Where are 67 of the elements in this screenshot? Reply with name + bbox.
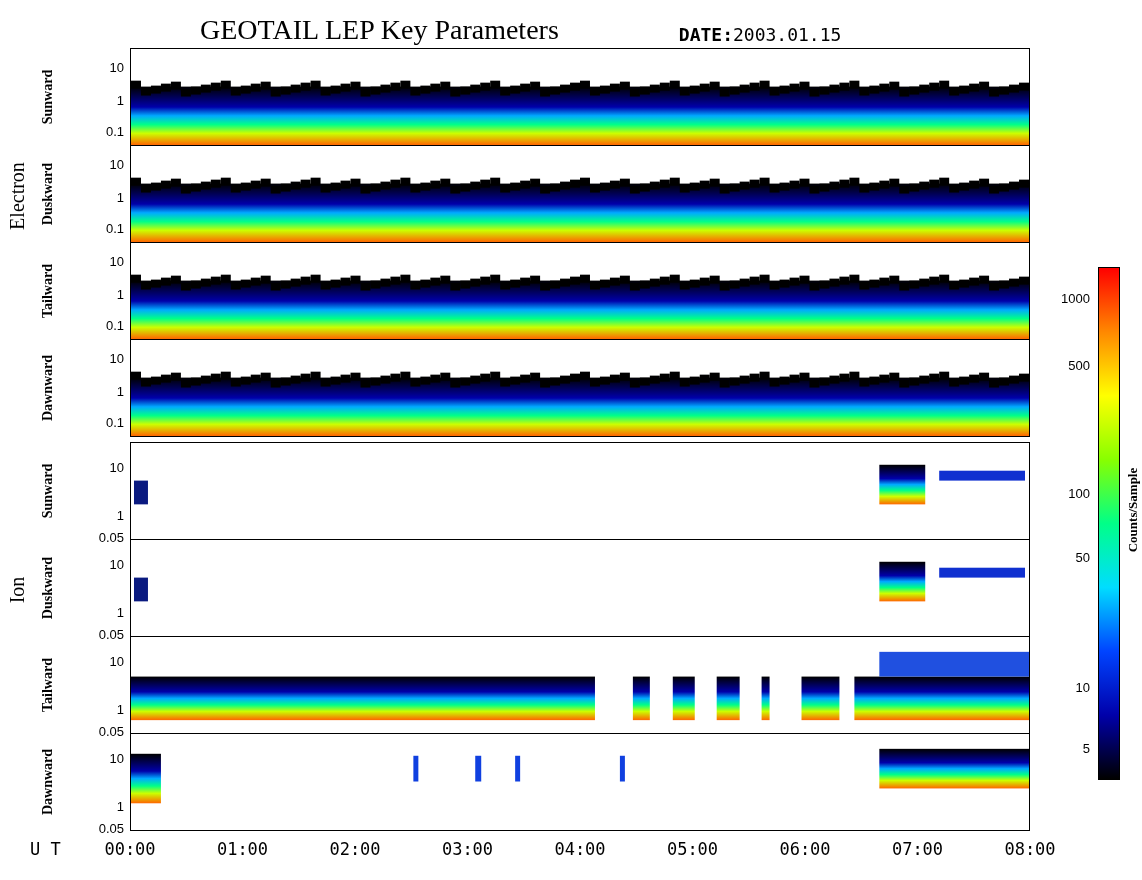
- colorbar-tick-label: 5: [1082, 741, 1090, 755]
- y-tick-label: 0.05: [98, 821, 124, 835]
- x-tick-label: 04:00: [554, 841, 606, 858]
- group-label: Electron: [5, 161, 29, 230]
- panel-label: Dawnward: [38, 354, 56, 422]
- y-tick-label: 1: [116, 605, 124, 618]
- data-patch: [413, 755, 419, 782]
- y-tick-label: 1: [116, 190, 124, 204]
- colorbar-tick-label: 50: [1075, 550, 1090, 564]
- y-tick-label: 1: [116, 93, 124, 107]
- x-tick-label: 08:00: [1004, 841, 1056, 858]
- data-patch: [801, 676, 840, 721]
- y-tick-label: 1: [116, 702, 124, 715]
- x-axis-label: U T: [30, 841, 61, 858]
- panel-label: Sunward: [38, 463, 56, 519]
- x-tick-label: 00:00: [104, 841, 156, 858]
- y-tick-label: 10: [109, 557, 124, 571]
- y-tick-label: 0.1: [105, 415, 124, 429]
- y-tick-label: 10: [109, 460, 124, 474]
- chart-title: GEOTAIL LEP Key Parameters: [200, 16, 559, 44]
- panel-label: Tailward: [38, 658, 56, 712]
- y-tick-label: 10: [109, 254, 124, 268]
- data-patch: [619, 755, 625, 782]
- colorbar-label: Counts/Sample: [1124, 467, 1142, 553]
- y-tick-label: 0.1: [105, 318, 124, 332]
- y-tick-label: 10: [109, 157, 124, 171]
- x-tick-label: 01:00: [216, 841, 269, 858]
- x-tick-label: 03:00: [441, 841, 494, 858]
- x-tick-label: 07:00: [891, 841, 944, 858]
- date-label: DATE:2003.01.15: [678, 26, 842, 44]
- group-label: Ion: [5, 576, 29, 604]
- y-tick-label: 10: [109, 654, 124, 668]
- y-tick-label: 0.1: [105, 124, 124, 138]
- y-tick-label: 10: [109, 60, 124, 74]
- data-patch: [879, 464, 926, 505]
- colorbar-tick-label: 1000: [1061, 291, 1090, 305]
- y-tick-label: 1: [116, 799, 124, 812]
- data-patch: [475, 755, 482, 782]
- data-patch: [672, 676, 695, 721]
- panel-label: Tailward: [38, 264, 56, 318]
- data-patch: [879, 561, 926, 602]
- x-tick-label: 05:00: [666, 841, 719, 858]
- data-patch: [632, 676, 650, 721]
- data-patch: [134, 577, 148, 602]
- data-patch: [134, 480, 148, 505]
- colorbar-tick-label: 500: [1068, 358, 1090, 372]
- panel-label: Duskward: [38, 556, 56, 620]
- colorbar-tick-label: 10: [1075, 680, 1090, 694]
- y-tick-label: 0.05: [98, 530, 124, 544]
- y-tick-label: 1: [116, 384, 124, 398]
- data-patch: [761, 676, 770, 721]
- x-tick-label: 06:00: [779, 841, 831, 858]
- data-patch: [515, 755, 521, 782]
- panel-label: Sunward: [38, 69, 56, 125]
- data-patch: [131, 753, 161, 804]
- y-tick-label: 0.1: [105, 221, 124, 235]
- panel-label: Duskward: [38, 162, 56, 226]
- x-tick-label: 02:00: [329, 841, 381, 858]
- y-tick-label: 1: [116, 508, 124, 521]
- y-tick-label: 1: [116, 287, 124, 301]
- y-tick-label: 0.05: [98, 724, 124, 738]
- colorbar-tick-label: 100: [1068, 486, 1090, 500]
- y-tick-label: 0.05: [98, 627, 124, 641]
- panel-label: Dawnward: [38, 748, 56, 816]
- data-patch: [716, 676, 740, 721]
- y-tick-label: 10: [109, 751, 124, 765]
- y-tick-label: 10: [109, 351, 124, 365]
